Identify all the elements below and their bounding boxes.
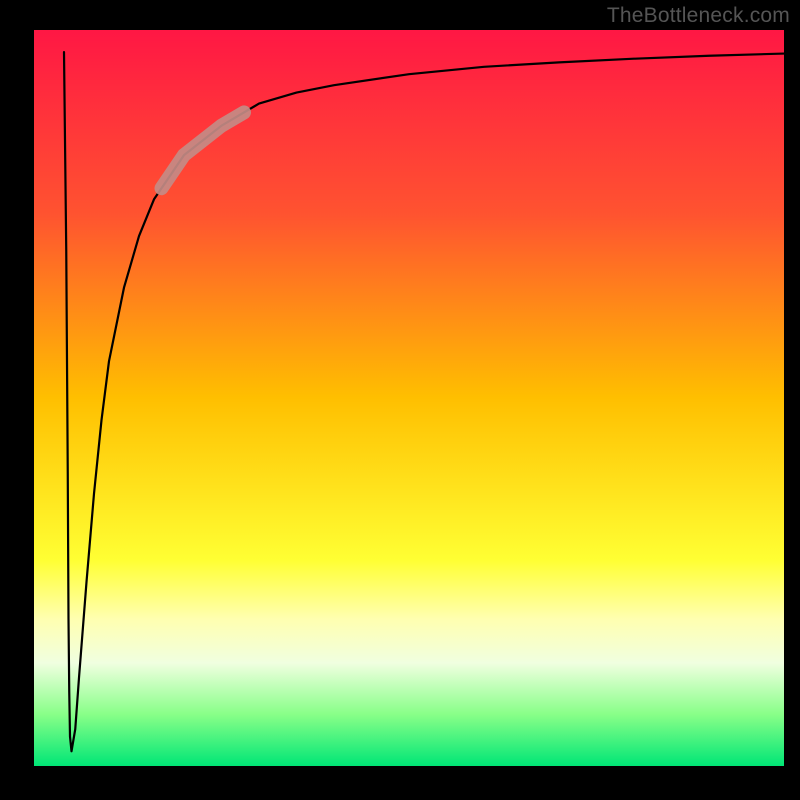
chart-container: TheBottleneck.com [0, 0, 800, 800]
watermark-text: TheBottleneck.com [607, 4, 790, 28]
bottleneck-chart [0, 0, 800, 800]
